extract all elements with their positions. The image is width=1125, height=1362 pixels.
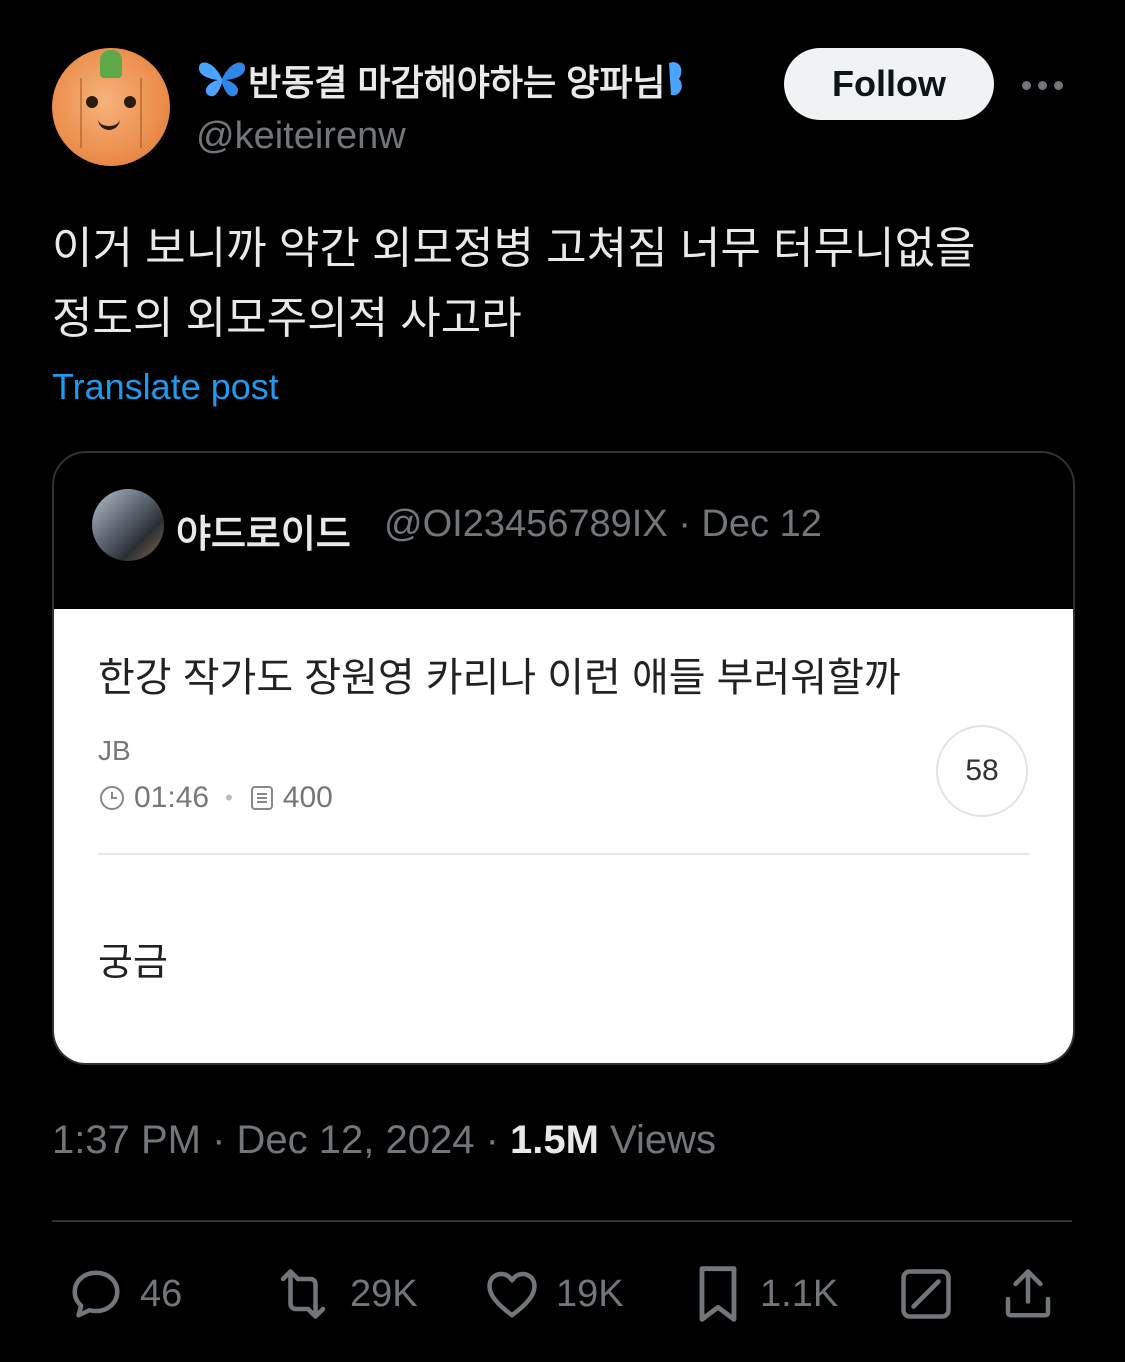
post-time: 01:46 — [134, 781, 210, 814]
comment-count-badge: 58 — [936, 725, 1028, 817]
quoted-post-card[interactable]: 야드로이드 @OI23456789IX · Dec 12 한강 작가도 장원영 … — [52, 451, 1075, 1065]
post-body: 궁금 — [98, 942, 168, 984]
grok-button[interactable] — [896, 1262, 956, 1326]
share-button[interactable] — [998, 1262, 1058, 1326]
views-count: 1.5M — [510, 1118, 599, 1162]
leaf-decoration — [100, 50, 122, 78]
bookmark-count: 1.1K — [760, 1272, 839, 1315]
butterfly-icon — [198, 62, 246, 97]
post-meta-row: 01:46 • 400 — [98, 781, 333, 815]
like-count: 19K — [556, 1272, 624, 1315]
divider — [52, 1220, 1072, 1222]
repost-count: 29K — [350, 1272, 418, 1315]
repost-icon — [280, 1269, 326, 1319]
clock-icon — [100, 786, 124, 810]
like-button[interactable]: 19K — [482, 1262, 624, 1326]
bookmark-icon — [699, 1266, 737, 1322]
avatar-eye — [86, 96, 98, 108]
translate-post-link[interactable]: Translate post — [52, 366, 279, 408]
reply-count: 46 — [140, 1272, 183, 1315]
more-icon[interactable] — [1022, 70, 1072, 100]
grok-icon — [901, 1269, 951, 1319]
time-date[interactable]: 1:37 PM · Dec 12, 2024 · — [52, 1118, 510, 1162]
document-icon — [250, 786, 273, 810]
avatar-stripe — [80, 78, 82, 148]
tweet-text: 이거 보니까 약간 외모정병 고쳐짐 너무 터무니없을 정도의 외모주의적 사고… — [52, 224, 976, 343]
bookmark-button[interactable]: 1.1K — [690, 1262, 838, 1326]
like-icon — [487, 1271, 537, 1318]
post-title: 한강 작가도 장원영 카리나 이런 애들 부러워할까 — [98, 656, 901, 700]
post-views: 400 — [282, 781, 333, 814]
share-icon — [1005, 1269, 1051, 1318]
post-author: JB — [98, 735, 131, 766]
views-label: Views — [598, 1118, 717, 1162]
author-display-name[interactable]: 반동결 마감해야하는 양파님 — [196, 54, 695, 106]
display-name-text: 반동결 마감해야하는 양파님 — [248, 62, 666, 103]
avatar-mouth — [98, 114, 120, 130]
post-timestamp: 1:37 PM · Dec 12, 2024 · 1.5M Views — [52, 1118, 716, 1163]
reply-icon — [72, 1270, 120, 1318]
butterfly-icon — [669, 62, 683, 96]
separator-dot: • — [225, 785, 233, 810]
quote-author-avatar[interactable] — [92, 489, 164, 561]
author-handle[interactable]: @keiteirenw — [196, 115, 406, 158]
follow-button[interactable]: Follow — [784, 48, 994, 120]
quote-author-name: 야드로이드 — [176, 514, 351, 556]
repost-button[interactable]: 29K — [270, 1262, 418, 1326]
avatar-eye — [124, 96, 136, 108]
quote-author-meta: @OI23456789IX · Dec 12 — [384, 503, 822, 545]
author-avatar[interactable] — [52, 48, 170, 166]
avatar-stripe — [140, 78, 142, 148]
post-divider — [98, 853, 1029, 855]
reply-button[interactable]: 46 — [66, 1262, 182, 1326]
quoted-image[interactable]: 한강 작가도 장원영 카리나 이런 애들 부러워할까 JB 01:46 • 40… — [54, 609, 1073, 1063]
